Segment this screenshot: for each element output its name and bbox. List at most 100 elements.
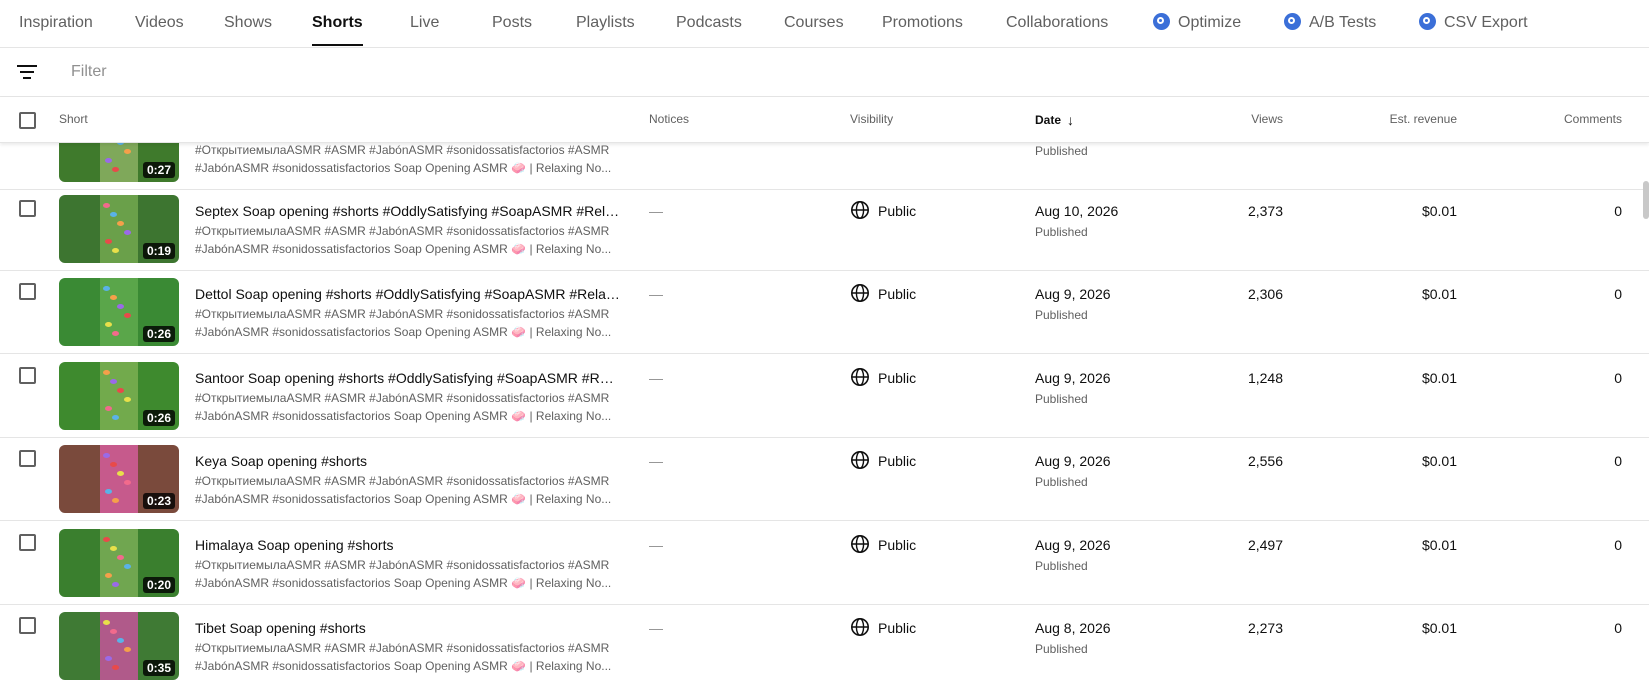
extension-icon (1284, 13, 1301, 30)
row-checkbox[interactable] (19, 617, 36, 634)
visibility-value[interactable]: Public (878, 286, 916, 302)
extension-icon (1419, 13, 1436, 30)
tab-videos[interactable]: Videos (135, 0, 184, 48)
soap-bar-mark (124, 480, 131, 485)
soap-bar-mark (110, 379, 117, 384)
soap-bar-mark (124, 397, 131, 402)
tab-optimize[interactable]: Optimize (1153, 0, 1241, 48)
soap-bar-mark (112, 415, 119, 420)
video-thumbnail[interactable]: 0:26 (59, 278, 179, 346)
video-title[interactable]: Tibet Soap opening #shorts (195, 620, 620, 636)
soap-bar-mark (103, 537, 110, 542)
soap-bar-mark (124, 313, 131, 318)
tab-playlists[interactable]: Playlists (576, 0, 635, 48)
tab-collaborations[interactable]: Collaborations (1006, 0, 1108, 48)
tab-shorts[interactable]: Shorts (312, 0, 363, 48)
notice-value: — (649, 370, 663, 386)
video-title[interactable]: Dettol Soap opening #shorts #OddlySatisf… (195, 286, 620, 302)
video-thumbnail[interactable]: 0:23 (59, 445, 179, 513)
notice-value: — (649, 620, 663, 636)
column-header-revenue[interactable]: Est. revenue (1390, 112, 1457, 126)
video-thumbnail[interactable]: 0:27 (59, 143, 179, 182)
table-row[interactable]: 0:26 Santoor Soap opening #shorts #OddlyS… (0, 354, 1649, 438)
video-duration: 0:26 (142, 410, 175, 426)
video-description-line: #JabónASMR #sonidossatisfactorios Soap O… (195, 409, 612, 423)
video-title[interactable]: Himalaya Soap opening #shorts (195, 537, 620, 553)
table-row[interactable]: 0:35 Tibet Soap opening #shorts #Открытием… (0, 604, 1649, 687)
video-title[interactable]: Septex Soap opening #shorts #OddlySatisf… (195, 203, 620, 219)
row-checkbox[interactable] (19, 534, 36, 551)
video-description-line: #JabónASMR #sonidossatisfactorios Soap O… (195, 325, 612, 339)
views-count: 1,248 (1247, 370, 1283, 386)
views-count: 2,497 (1247, 537, 1283, 553)
filter-input[interactable] (60, 58, 560, 86)
tab-label: Playlists (576, 14, 635, 31)
table-row[interactable]: 0:20 Himalaya Soap opening #shorts #Открыт… (0, 521, 1649, 605)
video-thumbnail[interactable]: 0:35 (59, 612, 179, 680)
soap-bar-mark (112, 582, 119, 587)
visibility-value[interactable]: Public (878, 203, 916, 219)
video-description-line: #JabónASMR #sonidossatisfactorios Soap O… (195, 659, 612, 673)
column-header-comments[interactable]: Comments (1564, 112, 1622, 126)
tab-bar: Inspiration Videos Shows Shorts Live Posts Pla… (0, 0, 1649, 48)
row-checkbox[interactable] (19, 283, 36, 300)
table-row[interactable]: 0:26 Dettol Soap opening #shorts #OddlySa… (0, 270, 1649, 354)
video-thumbnail[interactable]: 0:20 (59, 529, 179, 597)
globe-icon (851, 368, 869, 386)
soap-bar-mark (112, 498, 119, 503)
video-thumbnail[interactable]: 0:26 (59, 362, 179, 430)
tab-promotions[interactable]: Promotions (882, 0, 963, 48)
publish-date: Aug 9, 2026 (1035, 453, 1111, 469)
row-checkbox[interactable] (19, 200, 36, 217)
select-all-checkbox[interactable] (19, 112, 36, 129)
table-row[interactable]: 0:23 Keya Soap opening #shorts #Открытиемы… (0, 437, 1649, 521)
visibility-value[interactable]: Public (878, 620, 916, 636)
views-count: 2,306 (1247, 286, 1283, 302)
views-count: 2,556 (1247, 453, 1283, 469)
table-row[interactable]: 0:27 #ОткрытиемылаASMR #ASMR #JabónASMR #… (0, 143, 1649, 190)
tab-podcasts[interactable]: Podcasts (676, 0, 742, 48)
publish-status: Published (1035, 559, 1088, 573)
soap-bar-mark (124, 647, 131, 652)
tab-courses[interactable]: Courses (784, 0, 844, 48)
comments-count: 0 (1614, 203, 1622, 219)
soap-bar-mark (117, 638, 124, 643)
video-title[interactable]: Keya Soap opening #shorts (195, 453, 620, 469)
tab-label: Shorts (312, 14, 363, 31)
tab-label: Courses (784, 14, 844, 31)
visibility-value[interactable]: Public (878, 453, 916, 469)
publish-date: Aug 10, 2026 (1035, 203, 1119, 219)
scrollbar-thumb[interactable] (1643, 181, 1649, 219)
video-description-line: #ОткрытиемылаASMR #ASMR #JabónASMR #soni… (195, 558, 610, 572)
tab-live[interactable]: Live (410, 0, 439, 48)
column-header-date-label: Date (1035, 113, 1062, 127)
video-duration: 0:35 (142, 660, 175, 676)
visibility-value[interactable]: Public (878, 537, 916, 553)
filter-icon[interactable] (16, 62, 38, 82)
sort-down-icon: ↓ (1067, 112, 1075, 128)
column-header-date[interactable]: Date ↓ (1035, 112, 1074, 128)
tab-a-b-tests[interactable]: A/B Tests (1284, 0, 1376, 48)
tab-shows[interactable]: Shows (224, 0, 272, 48)
table-row[interactable]: 0:19 Septex Soap opening #shorts #OddlySa… (0, 187, 1649, 271)
column-header-views[interactable]: Views (1251, 112, 1283, 126)
row-checkbox[interactable] (19, 450, 36, 467)
row-checkbox[interactable] (19, 367, 36, 384)
visibility-value[interactable]: Public (878, 370, 916, 386)
video-description-line: #JabónASMR #sonidossatisfactorios Soap O… (195, 161, 612, 175)
video-title[interactable]: Santoor Soap opening #shorts #OddlySatis… (195, 370, 620, 386)
column-header-notices: Notices (649, 112, 690, 126)
video-thumbnail[interactable]: 0:19 (59, 195, 179, 263)
tab-csv-export[interactable]: CSV Export (1419, 0, 1528, 48)
filter-bar (0, 48, 1649, 97)
soap-bar-mark (112, 665, 119, 670)
tab-label: Promotions (882, 14, 963, 31)
tab-posts[interactable]: Posts (492, 0, 532, 48)
soap-bar-mark (112, 248, 119, 253)
globe-icon (851, 201, 869, 219)
soap-bar-mark (110, 212, 117, 217)
video-duration: 0:19 (142, 243, 175, 259)
tab-inspiration[interactable]: Inspiration (19, 0, 93, 48)
video-description-line: #JabónASMR #sonidossatisfactorios Soap O… (195, 576, 612, 590)
soap-bar-mark (110, 629, 117, 634)
